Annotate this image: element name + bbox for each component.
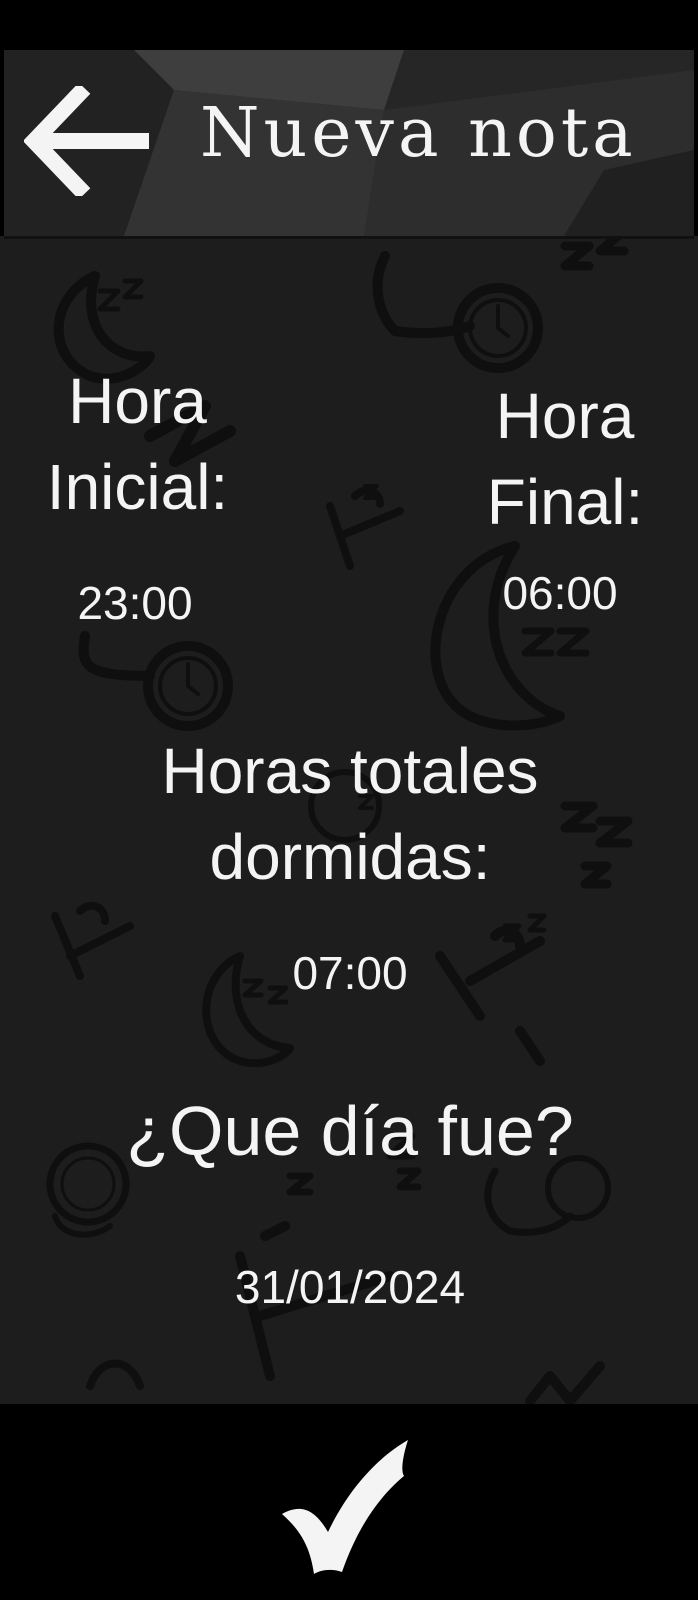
start-time-label: Hora Inicial:	[20, 358, 255, 530]
pillow-icon	[78, 631, 155, 681]
zzz-icon	[560, 236, 629, 271]
start-time-value[interactable]: 23:00	[55, 580, 215, 626]
zzz-icon	[97, 278, 144, 312]
bed-icon	[435, 925, 545, 1066]
arrow-left-icon	[22, 82, 149, 200]
app-screen: Nueva nota Hora Inicial: 23:00 Hora Fina…	[0, 0, 698, 1600]
bed-icon	[326, 486, 404, 570]
total-hours-label-line1: Horas totales	[161, 735, 539, 807]
confirm-button[interactable]	[280, 1436, 420, 1576]
end-time-label-line2: Final:	[486, 466, 644, 538]
page-title: Nueva nota	[200, 94, 637, 173]
total-hours-label: Horas totales dormidas:	[80, 728, 620, 900]
date-value[interactable]: 31/01/2024	[180, 1264, 520, 1310]
zzz-icon	[521, 627, 590, 657]
total-hours-value: 07:00	[292, 947, 408, 999]
total-hours-label-line2: dormidas:	[209, 821, 491, 893]
end-time-value[interactable]: 06:00	[480, 570, 640, 616]
start-time-label-line2: Inicial:	[46, 451, 229, 523]
bed-icon	[51, 901, 134, 980]
back-button[interactable]	[22, 82, 154, 200]
day-question-label: ¿Que día fue?	[126, 1092, 574, 1170]
checkmark-icon	[282, 1440, 408, 1574]
end-time-label: Hora Final:	[450, 373, 680, 545]
pillow-icon	[484, 1167, 574, 1236]
start-time-label-line1: Hora	[68, 365, 207, 437]
end-time-label-line1: Hora	[495, 380, 635, 452]
